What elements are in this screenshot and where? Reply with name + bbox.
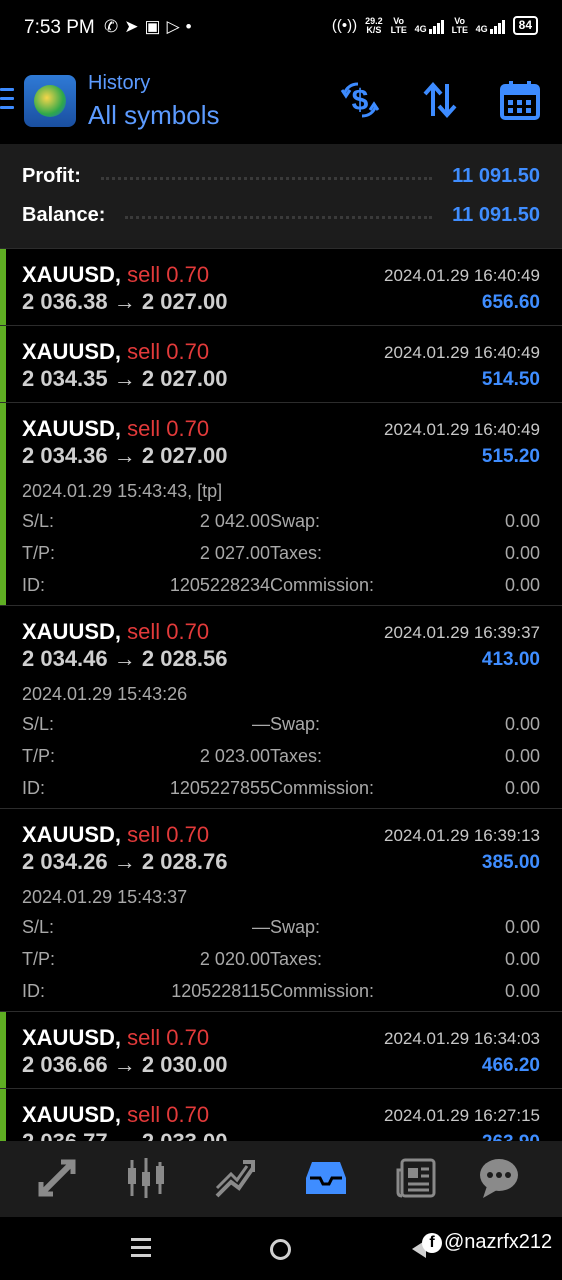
- history-icon[interactable]: [303, 1155, 349, 1201]
- deal-profit: 413.00: [481, 649, 540, 670]
- menu-icon[interactable]: [0, 88, 14, 110]
- page-subtitle: History: [88, 72, 151, 94]
- deal-type: sell 0.70: [127, 822, 210, 847]
- deal-symbol: XAUUSD, sell 0.70: [22, 1102, 210, 1127]
- deal-close-time: 2024.01.29 16:39:37: [384, 623, 540, 642]
- deal-symbol: XAUUSD, sell 0.70: [22, 1025, 210, 1050]
- deal-row[interactable]: XAUUSD, sell 0.70 2024.01.29 16:40:49 2 …: [0, 326, 562, 403]
- summary-panel: Profit: 11 091.50 Balance: 11 091.50: [0, 144, 562, 249]
- deal-close-time: 2024.01.29 16:40:49: [384, 420, 540, 439]
- deal-row[interactable]: XAUUSD, sell 0.70 2024.01.29 16:27:15 2 …: [0, 1089, 562, 1141]
- deal-symbol: XAUUSD, sell 0.70: [22, 822, 210, 847]
- profit-label: Profit:: [22, 164, 81, 187]
- deal-type: sell 0.70: [127, 619, 210, 644]
- deal-row-expanded[interactable]: XAUUSD, sell 0.70 2024.01.29 16:40:49 2 …: [0, 403, 562, 606]
- deal-close-time: 2024.01.29 16:40:49: [384, 266, 540, 285]
- deal-row[interactable]: XAUUSD, sell 0.70 2024.01.29 16:40:49 2 …: [0, 249, 562, 326]
- deal-type: sell 0.70: [127, 1025, 210, 1050]
- chat-icon[interactable]: [476, 1155, 522, 1201]
- status-time: 7:53 PM: [24, 17, 95, 38]
- deal-symbol: XAUUSD, sell 0.70: [22, 619, 210, 644]
- dot-icon: •: [185, 17, 198, 36]
- notification-icons: ✆➤▣▷•: [104, 17, 198, 37]
- network-speed: 29.2 K/S: [365, 15, 383, 35]
- hotspot-icon: ((•)): [331, 17, 358, 34]
- telegram-icon: ➤: [124, 17, 145, 36]
- deals-list[interactable]: XAUUSD, sell 0.70 2024.01.29 16:40:49 2 …: [0, 249, 562, 1141]
- deal-type: sell 0.70: [127, 339, 210, 364]
- system-nav-bar: f @nazrfx212: [0, 1217, 562, 1280]
- calendar-icon[interactable]: [498, 78, 542, 122]
- deal-open-time: 2024.01.29 15:43:26: [22, 684, 188, 704]
- deal-prices: 2 036.66 → 2 030.00: [22, 1052, 228, 1077]
- deal-profit: 466.20: [481, 1055, 540, 1076]
- phone-icon: ✆: [104, 17, 125, 36]
- deal-row[interactable]: XAUUSD, sell 0.70 2024.01.29 16:34:03 2 …: [0, 1012, 562, 1089]
- deal-open-time: 2024.01.29 15:43:37: [22, 887, 188, 907]
- balance-row: Balance: 11 091.50: [22, 202, 540, 228]
- deal-symbol: XAUUSD, sell 0.70: [22, 416, 210, 441]
- system-indicators: ((•)) 29.2 K/S Vo LTE 4G Vo LTE 4G 84: [332, 16, 538, 35]
- facebook-logo-icon: f: [422, 1232, 442, 1253]
- deal-profit: 385.00: [481, 852, 540, 873]
- symbol-filter[interactable]: All symbols: [88, 100, 219, 131]
- deal-close-time: 2024.01.29 16:27:15: [384, 1106, 540, 1125]
- volte-label: Vo LTE: [390, 15, 407, 35]
- watermark: f @nazrfx212: [422, 1231, 552, 1254]
- profit-row: Profit: 11 091.50: [22, 163, 540, 189]
- battery-icon: 84: [512, 16, 538, 35]
- deal-close-time: 2024.01.29 16:39:13: [384, 826, 540, 845]
- app-logo: [24, 75, 76, 127]
- deal-close-time: 2024.01.29 16:40:49: [384, 343, 540, 362]
- deal-profit: 656.60: [481, 292, 540, 313]
- balance-label: Balance:: [22, 203, 106, 226]
- play-store-icon: ▷: [166, 17, 186, 36]
- deal-prices: 2 034.26 → 2 028.76: [22, 849, 228, 874]
- profit-value: 11 091.50: [452, 164, 540, 187]
- svg-text:$: $: [352, 84, 369, 117]
- bottom-nav: [0, 1141, 562, 1217]
- deal-symbol: XAUUSD, sell 0.70: [22, 262, 210, 287]
- currency-exchange-icon[interactable]: $: [338, 78, 382, 122]
- signal-icon: 4G: [415, 18, 444, 34]
- deal-prices: 2 036.38 → 2 027.00: [22, 289, 228, 314]
- deal-profit: 514.50: [481, 369, 540, 390]
- news-icon[interactable]: [393, 1155, 439, 1201]
- deal-prices: 2 034.35 → 2 027.00: [22, 366, 228, 391]
- deal-close-time: 2024.01.29 16:34:03: [384, 1029, 540, 1048]
- deal-row-expanded[interactable]: XAUUSD, sell 0.70 2024.01.29 16:39:13 2 …: [0, 809, 562, 1012]
- recent-apps-button[interactable]: [131, 1238, 151, 1262]
- volte-label-2: Vo LTE: [451, 15, 468, 35]
- trade-icon[interactable]: [212, 1155, 258, 1201]
- deal-type: sell 0.70: [127, 262, 210, 287]
- deal-type: sell 0.70: [127, 416, 210, 441]
- deal-row-expanded[interactable]: XAUUSD, sell 0.70 2024.01.29 16:39:37 2 …: [0, 606, 562, 809]
- deal-prices: 2 034.36 → 2 027.00: [22, 443, 228, 468]
- balance-value: 11 091.50: [452, 203, 540, 226]
- home-button[interactable]: [270, 1239, 291, 1260]
- signal-icon-2: 4G: [476, 18, 505, 34]
- deal-symbol: XAUUSD, sell 0.70: [22, 339, 210, 364]
- deal-profit: 263.90: [482, 1132, 540, 1141]
- deal-prices: 2 034.46 → 2 028.56: [22, 646, 228, 671]
- deal-type: sell 0.70: [127, 1102, 210, 1127]
- quotes-icon[interactable]: [34, 1155, 80, 1201]
- status-bar: 7:53 PM ✆➤▣▷• ((•)) 29.2 K/S Vo LTE 4G Vo…: [0, 0, 562, 58]
- toolbar: History All symbols $: [0, 58, 562, 144]
- deal-profit: 515.20: [481, 446, 540, 467]
- sort-icon[interactable]: [418, 78, 462, 122]
- deal-open-time: 2024.01.29 15:43:43, [tp]: [22, 481, 223, 501]
- facebook-icon: ▣: [144, 17, 167, 36]
- deal-prices: 2 036.77 → 2 033.00: [22, 1129, 228, 1141]
- chart-icon[interactable]: [123, 1155, 169, 1201]
